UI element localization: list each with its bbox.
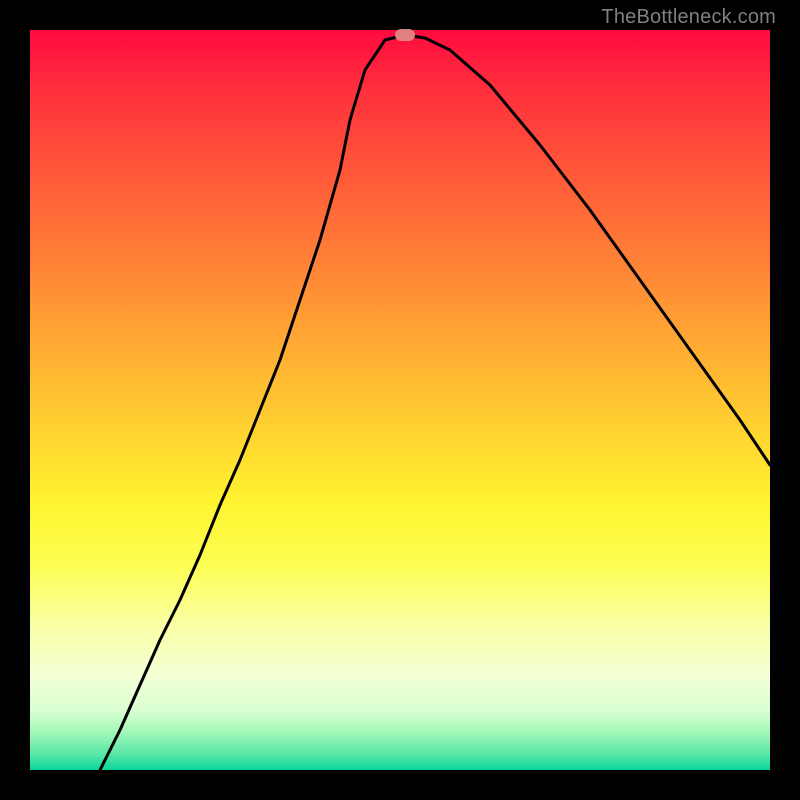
curve-path: [100, 35, 770, 770]
chart-frame: TheBottleneck.com: [0, 0, 800, 800]
bottleneck-curve: [30, 30, 770, 770]
minimum-marker: [395, 29, 415, 41]
plot-area: [30, 30, 770, 770]
branding-text: TheBottleneck.com: [601, 6, 776, 29]
